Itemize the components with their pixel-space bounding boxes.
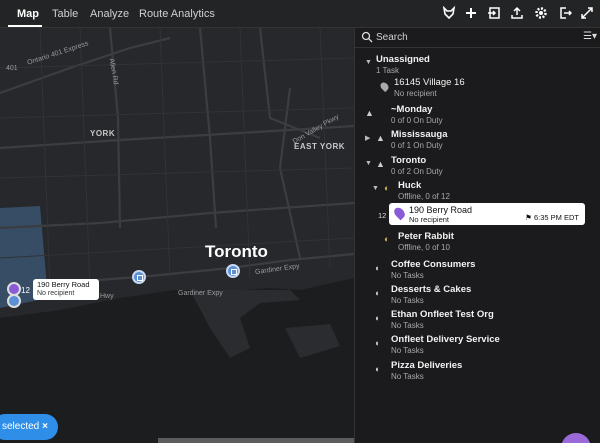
driver-status-icon: ◐	[384, 234, 390, 244]
road-label-gardiner-west: Gardiner Expy	[178, 290, 223, 297]
team-subtitle: 0 of 0 On Duty	[391, 116, 443, 125]
tab-analyze[interactable]: Analyze	[90, 8, 129, 20]
map-popup-title: 190 Berry Road	[37, 280, 90, 289]
map-task-count: 12	[21, 286, 30, 295]
selected-pill[interactable]: selected ×	[0, 414, 58, 440]
map-canvas	[0, 28, 354, 443]
search-icon	[361, 31, 373, 43]
selected-label: selected	[2, 421, 40, 432]
team-title: Pizza Deliveries	[391, 360, 463, 371]
export-icon[interactable]	[509, 6, 525, 22]
map-popup-subtitle: No recipient	[37, 290, 75, 297]
driver-name: Peter Rabbit	[398, 231, 454, 242]
team-title: ~Monday	[391, 104, 433, 115]
team-title: Mississauga	[391, 129, 448, 140]
team-coffee-consumers[interactable]: ◖ Coffee Consumers No Tasks	[355, 259, 600, 281]
search-input[interactable]	[376, 30, 556, 45]
task-sequence-number: 12	[378, 211, 387, 220]
dispatch-panel: ☰▾ ▼ Unassigned 1 Task 16145 Village 16 …	[354, 28, 600, 443]
road-label-hwy: Hwy	[100, 293, 114, 300]
team-subtitle: No Tasks	[391, 346, 424, 355]
team-subtitle: 0 of 2 On Duty	[391, 167, 443, 176]
team-toronto[interactable]: ▼ ▲ Toronto 0 of 2 On Duty	[355, 155, 600, 177]
caret-down-icon[interactable]: ▼	[365, 59, 372, 66]
team-icon: ◖	[374, 338, 380, 348]
selected-task-card[interactable]: 190 Berry Road No recipient ⚑ 6:35 PM ED…	[389, 203, 585, 225]
team-subtitle: No Tasks	[391, 271, 424, 280]
task-subtitle: No recipient	[394, 89, 437, 98]
logout-icon[interactable]	[557, 6, 573, 22]
clear-selection-icon[interactable]: ×	[42, 414, 48, 440]
task-eta-text: 6:35 PM EDT	[533, 213, 579, 222]
task-pin-icon	[392, 205, 407, 221]
gear-icon[interactable]	[533, 6, 549, 22]
caret-down-icon[interactable]: ▼	[365, 160, 372, 167]
team-title: Ethan Onfleet Test Org	[391, 309, 494, 320]
task-item[interactable]: 16145 Village 16 No recipient	[355, 77, 600, 99]
map-task-popup[interactable]: 190 Berry Road No recipient	[33, 279, 99, 300]
team-monday[interactable]: ▲ ~Monday 0 of 0 On Duty	[355, 104, 600, 126]
driver-status-icon: ◐	[384, 183, 390, 193]
group-title: Unassigned	[376, 54, 430, 65]
task-title: 190 Berry Road	[409, 205, 473, 215]
team-subtitle: No Tasks	[391, 372, 424, 381]
map-attribution	[158, 438, 354, 443]
city-label: Toronto	[205, 242, 268, 261]
task-subtitle: No recipient	[409, 215, 450, 224]
team-icon: ▲	[376, 159, 385, 169]
team-icon: ◖	[374, 263, 380, 273]
hub-marker-icon[interactable]	[226, 264, 240, 278]
team-subtitle: No Tasks	[391, 296, 424, 305]
road-label-401: 401	[6, 65, 18, 72]
driver-status: Offline, 0 of 10	[398, 243, 450, 252]
team-title: Coffee Consumers	[391, 259, 476, 270]
team-desserts-cakes[interactable]: ◖ Desserts & Cakes No Tasks	[355, 284, 600, 306]
driver-status: Offline, 0 of 12	[398, 192, 450, 201]
team-subtitle: No Tasks	[391, 321, 424, 330]
caret-down-icon[interactable]: ▼	[372, 185, 379, 192]
driver-huck[interactable]: ▼ ◐ Huck Offline, 0 of 12	[355, 180, 600, 202]
team-icon: ▲	[365, 108, 374, 118]
flag-icon: ⚑	[525, 213, 534, 222]
active-tab-indicator	[8, 25, 42, 27]
expand-icon[interactable]	[579, 6, 595, 22]
team-icon: ◖	[374, 288, 380, 298]
import-icon[interactable]	[486, 6, 502, 22]
task-title: 16145 Village 16	[394, 77, 465, 88]
task-eta: ⚑ 6:35 PM EDT	[525, 213, 579, 222]
plus-icon[interactable]	[463, 6, 479, 22]
person-marker-icon[interactable]	[7, 294, 21, 308]
team-icon: ▲	[376, 133, 385, 143]
map-view[interactable]: YORK EAST YORK 401 Ontario 401 Express A…	[0, 28, 354, 443]
team-onfleet-delivery[interactable]: ◖ Onfleet Delivery Service No Tasks	[355, 334, 600, 356]
map-label-york: YORK	[90, 129, 116, 138]
team-title: Toronto	[391, 155, 427, 166]
caret-right-icon[interactable]: ▶	[365, 134, 370, 142]
team-title: Desserts & Cakes	[391, 284, 472, 295]
group-subtitle: 1 Task	[376, 66, 399, 75]
driver-name: Huck	[398, 180, 422, 191]
team-icon: ◖	[374, 313, 380, 323]
list-view-icon[interactable]: ☰▾	[583, 31, 597, 42]
team-icon: ◖	[374, 364, 380, 374]
tab-map[interactable]: Map	[17, 8, 39, 20]
group-unassigned[interactable]: ▼ Unassigned 1 Task	[355, 54, 600, 76]
team-pizza-deliveries[interactable]: ◖ Pizza Deliveries No Tasks	[355, 360, 600, 382]
hub-marker-icon[interactable]	[132, 270, 146, 284]
tab-route-analytics[interactable]: Route Analytics	[139, 8, 215, 20]
driver-peter-rabbit[interactable]: ◐ Peter Rabbit Offline, 0 of 10	[355, 231, 600, 253]
map-label-east-york: EAST YORK	[294, 142, 346, 151]
team-title: Onfleet Delivery Service	[391, 334, 500, 345]
fox-icon[interactable]	[441, 5, 457, 22]
task-pin-icon	[378, 80, 391, 93]
tab-table[interactable]: Table	[52, 8, 78, 20]
search-bar: ☰▾	[355, 28, 600, 48]
top-toolbar: Map Table Analyze Route Analytics	[0, 0, 600, 28]
team-subtitle: 0 of 1 On Duty	[391, 141, 443, 150]
team-ethan-onfleet[interactable]: ◖ Ethan Onfleet Test Org No Tasks	[355, 309, 600, 331]
team-mississauga[interactable]: ▶ ▲ Mississauga 0 of 1 On Duty	[355, 129, 600, 151]
